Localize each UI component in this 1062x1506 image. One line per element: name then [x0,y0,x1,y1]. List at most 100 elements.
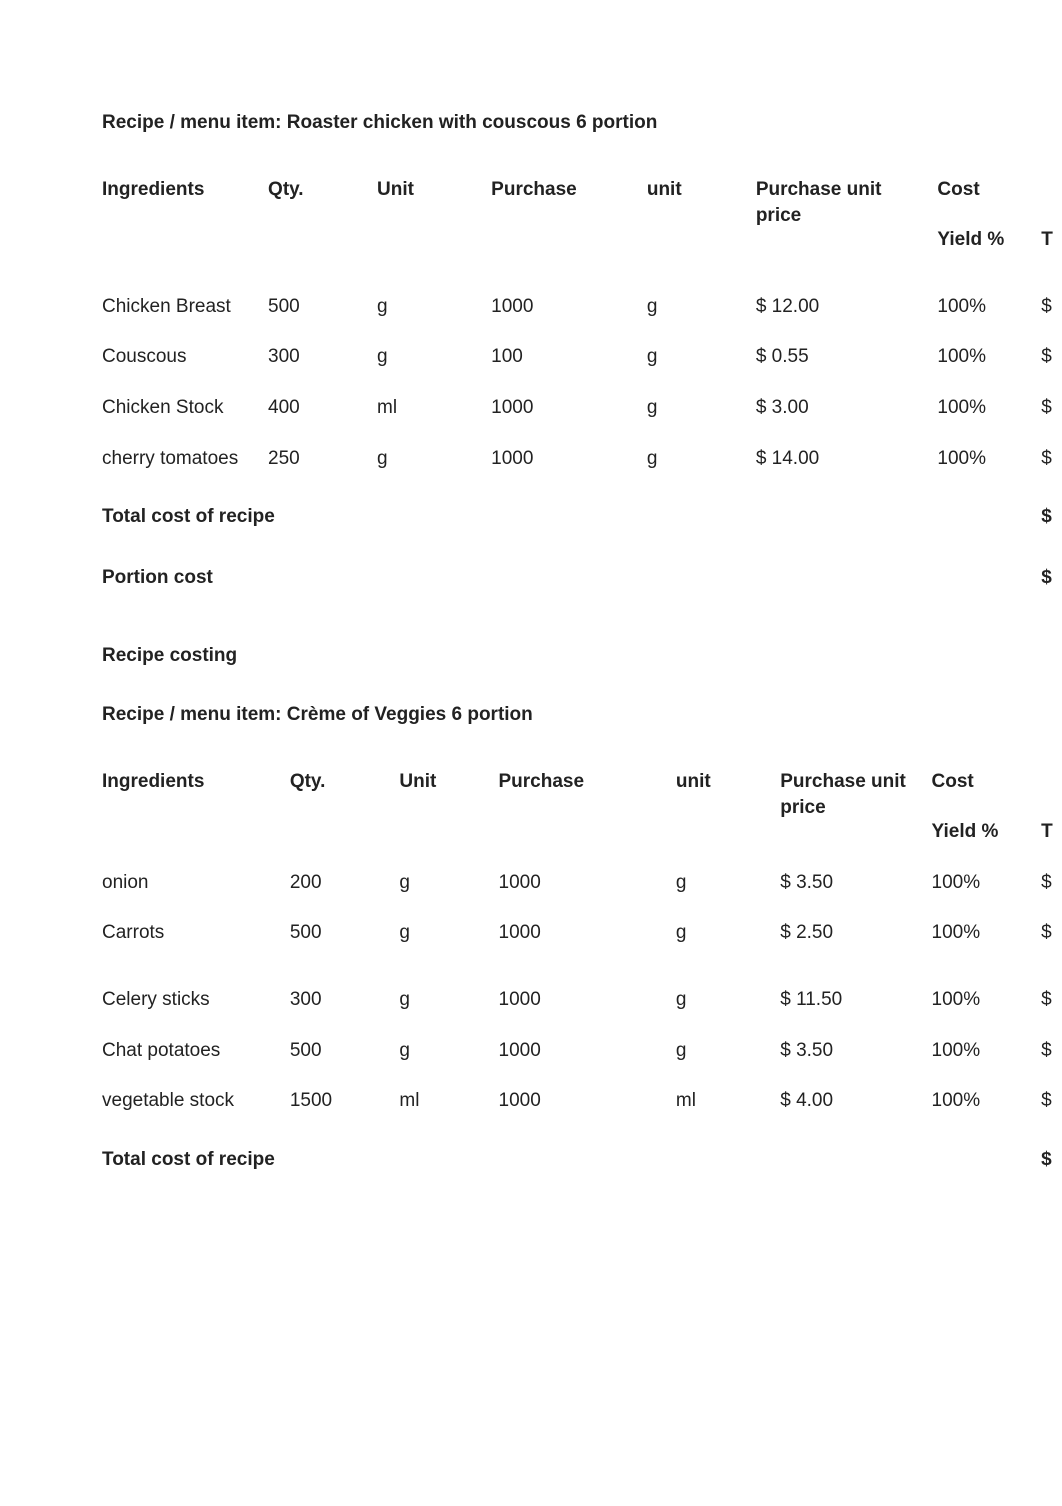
cell-yield: 100% [932,1026,1042,1077]
cell-punit: g [676,858,780,909]
total-cost-trail: $ [1041,484,1062,545]
cell-qty: 1500 [290,1076,400,1127]
cell-unit: g [399,1026,498,1077]
table-row: Chicken Stock 400 ml 1000 g $ 3.00 100% … [102,383,1062,434]
cell-unit: g [377,434,491,485]
cell-punit: g [647,332,756,383]
cell-yield: 100% [937,282,1041,333]
table-row: Celery sticks 300 g 1000 g $ 11.50 100% … [102,975,1062,1026]
cell-purchase: 1000 [491,383,647,434]
col-ingredients: Ingredients [102,165,268,216]
col-trail2: T [1041,215,1062,266]
cell-qty: 500 [290,908,400,975]
total-cost-row: Total cost of recipe $ [102,1127,1062,1188]
cell-yield: 100% [937,332,1041,383]
cell-punit: g [676,975,780,1026]
cell-unit: g [399,908,498,975]
col-yield: Yield % [932,807,1042,858]
col-qty: Qty. [290,757,400,808]
cell-price: $ 3.50 [780,1026,931,1077]
col-cost: Cost [932,757,1042,808]
col-qty: Qty. [268,165,377,216]
cell-unit: g [377,282,491,333]
cell-ingredient: Chicken Breast [102,282,268,333]
cell-unit: g [399,975,498,1026]
total-cost-row: Total cost of recipe $ [102,484,1062,545]
recipe2-title: Recipe / menu item: Crème of Veggies 6 p… [102,702,1062,729]
col-unit: Unit [399,757,498,808]
col-yield: Yield % [937,215,1041,266]
cell-purchase: 1000 [499,1076,676,1127]
cell-purchase: 1000 [491,434,647,485]
cell-trail: $ [1041,975,1062,1026]
col-cost: Cost [937,165,1041,216]
cell-purchase: 1000 [499,1026,676,1077]
cell-unit: ml [399,1076,498,1127]
cell-trail: $ [1041,858,1062,909]
cell-trail: $ [1041,383,1062,434]
recipe1-table: Ingredients Qty. Unit Purchase unit Purc… [102,165,1062,606]
cell-ingredient: onion [102,858,290,909]
portion-cost-row: Portion cost $ [102,545,1062,606]
cell-ingredient: Couscous [102,332,268,383]
recipe-costing-heading: Recipe costing [102,643,1062,670]
col-punit: unit [647,165,756,216]
cell-price: $ 4.00 [780,1076,931,1127]
col-purchase: Purchase [499,757,676,808]
col-trail2: T [1041,807,1062,858]
cell-yield: 100% [932,908,1042,975]
cell-price: $ 12.00 [756,282,938,333]
cell-purchase: 1000 [499,975,676,1026]
cell-yield: 100% [932,858,1042,909]
portion-cost-label: Portion cost [102,545,1041,606]
cell-qty: 300 [268,332,377,383]
cell-trail: $ [1041,332,1062,383]
cell-unit: g [377,332,491,383]
cell-trail: $ [1041,434,1062,485]
total-cost-label: Total cost of recipe [102,1127,1041,1188]
table-row: onion 200 g 1000 g $ 3.50 100% $ [102,858,1062,909]
recipe2-table: Ingredients Qty. Unit Purchase unit Purc… [102,757,1062,1188]
cell-purchase: 1000 [499,858,676,909]
cell-qty: 200 [290,858,400,909]
cell-ingredient: Chicken Stock [102,383,268,434]
col-purchase-unit-price: Purchase unit price [780,757,931,858]
cell-purchase: 1000 [491,282,647,333]
cell-trail: $ [1041,282,1062,333]
table-header-row: Ingredients Qty. Unit Purchase unit Purc… [102,165,1062,216]
cell-punit: g [647,282,756,333]
col-punit: unit [676,757,780,808]
cell-qty: 500 [290,1026,400,1077]
total-cost-label: Total cost of recipe [102,484,1041,545]
cell-punit: g [647,383,756,434]
cell-price: $ 3.50 [780,858,931,909]
cell-unit: ml [377,383,491,434]
cell-price: $ 14.00 [756,434,938,485]
cell-price: $ 11.50 [780,975,931,1026]
cell-ingredient: Celery sticks [102,975,290,1026]
table-row: Chat potatoes 500 g 1000 g $ 3.50 100% $ [102,1026,1062,1077]
cell-qty: 300 [290,975,400,1026]
table-row: cherry tomatoes 250 g 1000 g $ 14.00 100… [102,434,1062,485]
cell-ingredient: Carrots [102,908,290,975]
portion-cost-trail: $ [1041,545,1062,606]
cell-yield: 100% [932,975,1042,1026]
cell-trail: $ [1041,908,1062,975]
col-trail [1041,757,1062,808]
col-trail [1041,165,1062,216]
col-ingredients: Ingredients [102,757,290,808]
cell-punit: ml [676,1076,780,1127]
cell-purchase: 1000 [499,908,676,975]
total-cost-trail: $ [1041,1127,1062,1188]
cell-punit: g [676,908,780,975]
cell-yield: 100% [937,383,1041,434]
col-purchase: Purchase [491,165,647,216]
table-row: Couscous 300 g 100 g $ 0.55 100% $ [102,332,1062,383]
cell-price: $ 2.50 [780,908,931,975]
col-unit: Unit [377,165,491,216]
table-row: vegetable stock 1500 ml 1000 ml $ 4.00 1… [102,1076,1062,1127]
cell-yield: 100% [932,1076,1042,1127]
recipe1-title: Recipe / menu item: Roaster chicken with… [102,110,1062,137]
cell-trail: $ [1041,1026,1062,1077]
cell-qty: 400 [268,383,377,434]
